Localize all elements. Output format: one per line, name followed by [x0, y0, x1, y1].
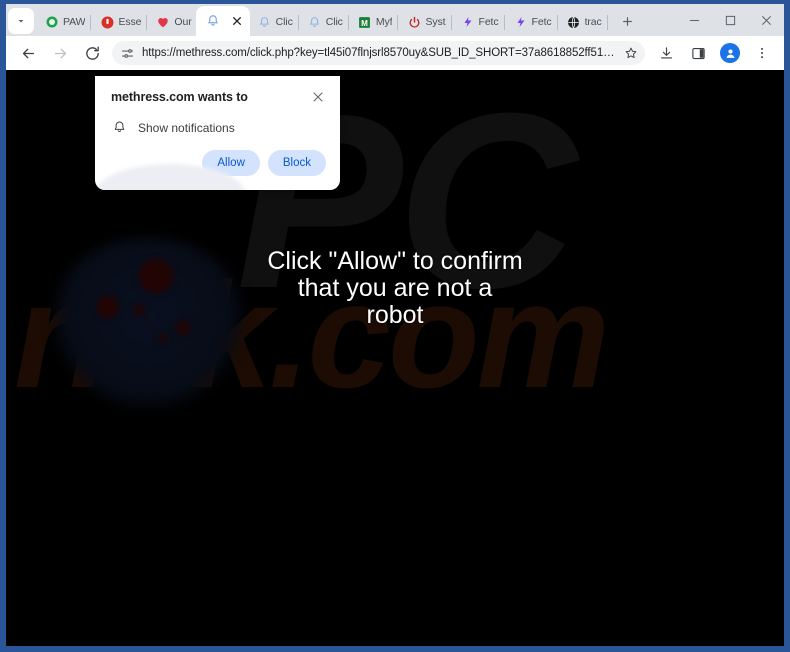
tab-separator [90, 15, 92, 30]
url-text[interactable]: https://methress.com/click.php?key=tl45i… [142, 47, 619, 59]
purple-bolt-icon [461, 15, 475, 29]
tab-separator [146, 15, 148, 30]
close-button[interactable] [748, 5, 784, 35]
headline-line-2: that you are not a [297, 274, 493, 302]
tab-esse[interactable]: Esse [92, 8, 145, 36]
tab-separator [606, 15, 608, 30]
headline-line-1: Click "Allow" to confirm [267, 247, 523, 275]
tab-paw[interactable]: PAW [37, 8, 89, 36]
window-controls [676, 4, 784, 36]
tab-separator [397, 15, 399, 30]
dialog-title: methress.com wants to [111, 90, 248, 104]
dark-globe-icon [567, 15, 581, 29]
tune-icon[interactable] [118, 44, 136, 62]
red-circle-icon [100, 15, 114, 29]
tab-clic-1[interactable]: Clic [250, 8, 297, 36]
tab-title: trac [584, 16, 602, 28]
side-panel-icon [691, 47, 705, 59]
plus-icon [623, 16, 633, 26]
back-button[interactable] [15, 40, 41, 66]
purple-bolt-icon [514, 15, 528, 29]
tab-title: Syst [425, 16, 446, 28]
forward-button[interactable] [47, 40, 73, 66]
tab-our[interactable]: Our [148, 8, 195, 36]
tab-active-methress[interactable] [195, 6, 250, 36]
tab-fetc-1[interactable]: Fetc [453, 8, 503, 36]
svg-text:M: M [361, 18, 368, 27]
tab-title: Fetc [478, 16, 499, 28]
headline-line-3: robot [366, 301, 424, 329]
tab-separator [297, 15, 299, 30]
tab-title: Fetc [531, 16, 552, 28]
maximize-button[interactable] [712, 5, 748, 35]
tab-fetc-2[interactable]: Fetc [506, 8, 556, 36]
address-bar[interactable]: https://methress.com/click.php?key=tl45i… [112, 41, 645, 65]
browser-toolbar: https://methress.com/click.php?key=tl45i… [6, 36, 784, 70]
profile-avatar [720, 43, 740, 63]
tab-strip: PAW Esse Our Clic Clic M Myf Syst Fetc F… [6, 4, 784, 36]
page-viewport: PC risk.com Click "Allow" to confirm tha… [6, 70, 784, 646]
page-headline: Click "Allow" to confirm that you are no… [6, 248, 784, 329]
block-button[interactable]: Block [267, 150, 326, 176]
tab-title: Myf [375, 16, 393, 28]
blue-bell-icon [308, 15, 322, 29]
tab-title: Clic [325, 16, 343, 28]
tab-myf[interactable]: M Myf [350, 8, 397, 36]
close-icon[interactable] [310, 89, 326, 105]
red-heart-icon [156, 15, 170, 29]
tab-title: Clic [275, 16, 293, 28]
background-dot [158, 333, 167, 342]
tab-syst[interactable]: Syst [399, 8, 449, 36]
chevron-down-icon [18, 20, 24, 23]
tab-search-button[interactable] [8, 8, 34, 34]
reload-button[interactable] [79, 40, 105, 66]
notification-permission-dialog: methress.com wants to Show notifications… [95, 76, 340, 190]
green-circle-icon [45, 15, 59, 29]
blue-bell-icon [258, 15, 272, 29]
red-power-icon [407, 15, 421, 29]
minimize-button[interactable] [676, 5, 712, 35]
tab-title: Esse [118, 16, 142, 28]
side-panel-button[interactable] [685, 40, 711, 66]
tab-separator [556, 15, 558, 30]
tab-title: Our [174, 16, 192, 28]
bookmark-star-icon[interactable] [621, 43, 641, 63]
forward-arrow-icon [54, 48, 66, 58]
profile-button[interactable] [717, 40, 743, 66]
three-dot-menu-icon [761, 47, 763, 59]
blue-bell-icon [206, 14, 220, 28]
green-square-m-icon: M [358, 15, 372, 29]
tab-separator [450, 15, 452, 30]
permission-option-label: Show notifications [138, 120, 235, 135]
tab-separator [503, 15, 505, 30]
bell-icon [111, 119, 128, 136]
dialog-header: methress.com wants to [95, 90, 340, 105]
downloads-button[interactable] [653, 40, 679, 66]
download-icon [660, 46, 672, 58]
close-icon[interactable] [230, 14, 244, 28]
back-arrow-icon [22, 48, 34, 58]
tab-separator [347, 15, 349, 30]
new-tab-button[interactable] [615, 8, 641, 34]
tab-clic-2[interactable]: Clic [300, 8, 347, 36]
tab-title: PAW [63, 16, 86, 28]
browser-window: PAW Esse Our Clic Clic M Myf Syst Fetc F… [0, 0, 790, 652]
reload-icon [85, 46, 99, 60]
chrome-menu-button[interactable] [749, 40, 775, 66]
tab-trac[interactable]: trac [559, 8, 606, 36]
permission-option-row: Show notifications [95, 105, 340, 136]
browser-window-inner: PAW Esse Our Clic Clic M Myf Syst Fetc F… [6, 4, 784, 646]
